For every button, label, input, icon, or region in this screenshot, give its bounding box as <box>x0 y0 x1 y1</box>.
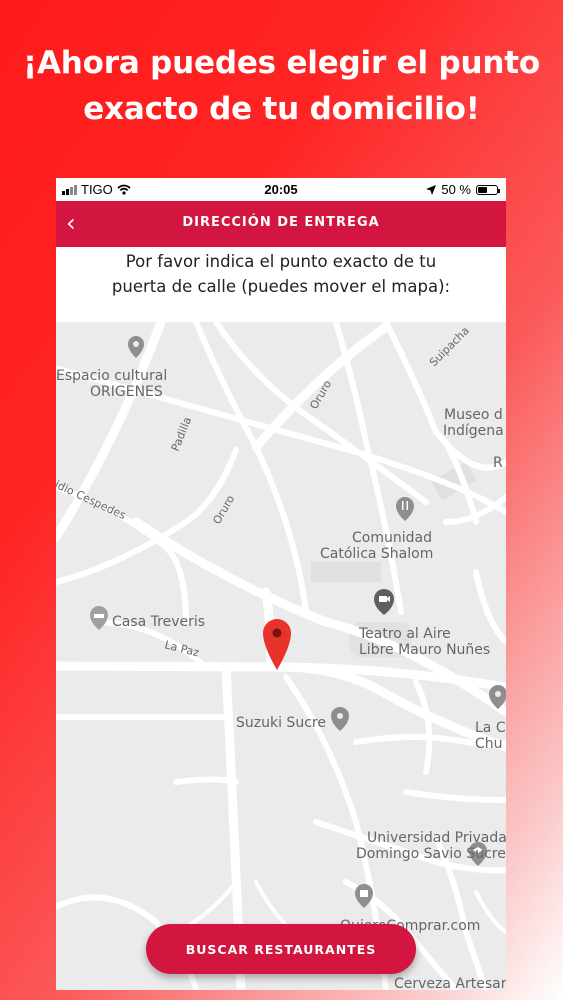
app-title: DIRECCIÓN DE ENTREGA <box>182 215 380 230</box>
hotel-icon <box>90 606 108 630</box>
restaurant-icon <box>396 497 414 521</box>
poi-teatro-label-2: Libre Mauro Nuñes <box>359 642 490 658</box>
camera-pin-icon <box>374 589 394 615</box>
status-right: 50 % <box>426 182 500 197</box>
phone-screen: TIGO 20:05 50 % ‹ DIRECCIÓN DE ENTREGA P… <box>56 178 506 990</box>
poi-espacio-label-2: ORIGENES <box>90 384 163 400</box>
battery-percent: 50 % <box>441 182 471 197</box>
poi-comunidad-label-1: Comunidad <box>352 530 432 546</box>
poi-cerveza-label: Cerveza Artesar <box>394 976 506 990</box>
search-restaurants-button[interactable]: BUSCAR RESTAURANTES <box>146 924 416 974</box>
promo-headline: ¡Ahora puedes elegir el punto exacto de … <box>0 40 563 132</box>
instruction-text: Por favor indica el punto exacto de tu p… <box>56 247 506 322</box>
street-padilla-label: Padilla <box>169 415 194 453</box>
app-bar: ‹ DIRECCIÓN DE ENTREGA <box>56 201 506 247</box>
battery-icon <box>476 184 500 195</box>
street-la-paz-label: La Paz <box>163 638 200 659</box>
instruction-line-2: puerta de calle (puedes mover el mapa): <box>111 277 451 296</box>
street-suipacha-label: Suipacha <box>427 324 472 369</box>
poi-la-c-label-2: Chu <box>475 736 503 752</box>
poi-teatro-label-1: Teatro al Aire <box>358 626 451 642</box>
instruction-line-1: Por favor indica el punto exacto de tu <box>125 252 437 271</box>
shopping-icon <box>355 884 373 908</box>
poi-la-c-label-1: La C <box>475 720 506 736</box>
poi-universidad-label-2: Domingo Savio Sucre <box>356 846 506 862</box>
poi-universidad-label-1: Universidad Privada <box>367 830 506 846</box>
poi-museo-label-1: Museo d <box>444 407 503 423</box>
headline-line-1: ¡Ahora puedes elegir el punto <box>23 45 540 81</box>
status-bar: TIGO 20:05 50 % <box>56 178 506 201</box>
poi-edge-label: R <box>493 455 503 471</box>
location-arrow-icon <box>426 184 437 195</box>
place-pin-icon <box>128 336 144 358</box>
poi-suzuki-label: Suzuki Sucre <box>236 715 326 731</box>
poi-espacio-label-1: Espacio cultural <box>56 368 167 384</box>
map-canvas[interactable]: Oruro Oruro Padilla Suipacha idio Cesped… <box>56 322 506 990</box>
headline-line-2: exacto de tu domicilio! <box>83 91 480 127</box>
poi-museo-label-2: Indígena <box>443 423 504 439</box>
map-view[interactable]: Oruro Oruro Padilla Suipacha idio Cesped… <box>56 322 506 990</box>
poi-comunidad-label-2: Católica Shalom <box>320 546 433 562</box>
place-pin-icon-suzuki <box>331 707 349 731</box>
poi-casa-label: Casa Treveris <box>112 614 205 630</box>
